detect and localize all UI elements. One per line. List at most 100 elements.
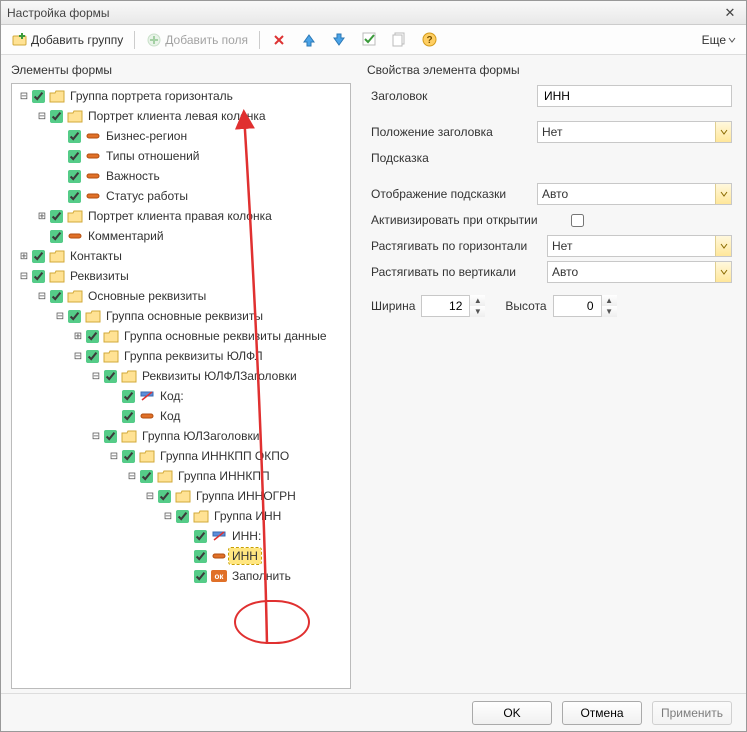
spin-up-icon[interactable]: ▲ bbox=[602, 295, 617, 306]
tree-row[interactable]: ⊟Реквизиты bbox=[18, 266, 132, 286]
tree-checkbox[interactable] bbox=[104, 430, 117, 443]
width-spinner[interactable]: Ширина ▲ ▼ bbox=[371, 295, 485, 317]
collapse-icon[interactable]: ⊟ bbox=[18, 90, 30, 102]
tree-checkbox[interactable] bbox=[122, 390, 135, 403]
tree-row[interactable]: ⊟Основные реквизиты bbox=[36, 286, 209, 306]
tree-row[interactable]: ⊟Группа ИННКПП bbox=[126, 466, 273, 486]
tree-row[interactable]: ⊟Группа портрета горизонталь bbox=[18, 86, 236, 106]
tree-row[interactable]: ⊟Группа реквизиты ЮЛФЛ bbox=[72, 346, 266, 366]
tree-row[interactable]: ⊟Группа основные реквизиты bbox=[54, 306, 266, 326]
tree-checkbox[interactable] bbox=[158, 490, 171, 503]
tree-row[interactable]: ⊟Реквизиты ЮЛФЛЗаголовки bbox=[90, 366, 300, 386]
title-input-field[interactable] bbox=[542, 88, 727, 104]
move-down-button[interactable] bbox=[326, 29, 352, 51]
hint-display-combo[interactable]: Авто bbox=[537, 183, 732, 205]
expand-icon[interactable]: ⊞ bbox=[36, 210, 48, 222]
tree-row[interactable]: ⊟Группа ИНН bbox=[162, 506, 284, 526]
tree-checkbox[interactable] bbox=[32, 90, 45, 103]
activate-checkbox[interactable] bbox=[571, 214, 584, 227]
check-sheet-icon bbox=[361, 32, 377, 48]
tree[interactable]: ⊟Группа портрета горизонталь⊟Портрет кли… bbox=[11, 83, 351, 689]
chevron-down-icon[interactable] bbox=[715, 236, 731, 256]
tree-checkbox[interactable] bbox=[68, 310, 81, 323]
tree-checkbox[interactable] bbox=[50, 230, 63, 243]
tree-row[interactable]: Комментарий bbox=[36, 226, 167, 246]
tree-row[interactable]: Код: bbox=[108, 386, 187, 406]
tree-row[interactable]: Бизнес-регион bbox=[54, 126, 190, 146]
tree-row[interactable]: ⊟Группа ИННКПП ОКПО bbox=[108, 446, 292, 466]
tree-row[interactable]: ИНН bbox=[180, 546, 261, 566]
spin-up-icon[interactable]: ▲ bbox=[470, 295, 485, 306]
collapse-icon[interactable]: ⊟ bbox=[108, 450, 120, 462]
spin-down-icon[interactable]: ▼ bbox=[470, 306, 485, 317]
ok-button[interactable]: OK bbox=[472, 701, 552, 725]
title-input[interactable] bbox=[537, 85, 732, 107]
tree-checkbox[interactable] bbox=[176, 510, 189, 523]
tree-checkbox[interactable] bbox=[122, 410, 135, 423]
expand-icon[interactable]: ⊞ bbox=[18, 250, 30, 262]
expand-icon[interactable]: ⊞ bbox=[72, 330, 84, 342]
tree-row[interactable]: Код bbox=[108, 406, 183, 426]
close-icon[interactable]: ✕ bbox=[720, 5, 740, 21]
height-spinner[interactable]: Высота ▲ ▼ bbox=[505, 295, 616, 317]
more-menu-button[interactable]: Еще bbox=[698, 33, 740, 47]
move-up-button[interactable] bbox=[296, 29, 322, 51]
title-pos-combo[interactable]: Нет bbox=[537, 121, 732, 143]
chevron-down-icon[interactable] bbox=[715, 262, 731, 282]
tree-row[interactable]: ⊞Группа основные реквизиты данные bbox=[72, 326, 330, 346]
tree-item-label: Группа ЮЛЗаголовки bbox=[139, 428, 262, 444]
tree-row[interactable]: ⊞Контакты bbox=[18, 246, 125, 266]
stretch-v-combo[interactable]: Авто bbox=[547, 261, 732, 283]
tree-row[interactable]: ⊟Портрет клиента левая колонка bbox=[36, 106, 269, 126]
chevron-down-icon[interactable] bbox=[715, 184, 731, 204]
tree-row[interactable]: ИНН: bbox=[180, 526, 264, 546]
collapse-icon[interactable]: ⊟ bbox=[126, 470, 138, 482]
tree-item-label: Типы отношений bbox=[103, 148, 203, 164]
tree-checkbox[interactable] bbox=[68, 170, 81, 183]
stretch-h-value: Нет bbox=[552, 239, 715, 253]
tree-row[interactable]: окЗаполнить bbox=[180, 566, 294, 586]
tree-checkbox[interactable] bbox=[32, 270, 45, 283]
cancel-button[interactable]: Отмена bbox=[562, 701, 642, 725]
tree-row[interactable]: ⊟ Группа ЮЛЗаголовки bbox=[90, 426, 262, 446]
tree-row[interactable]: Статус работы bbox=[54, 186, 191, 206]
collapse-icon[interactable]: ⊟ bbox=[54, 310, 66, 322]
collapse-icon[interactable]: ⊟ bbox=[18, 270, 30, 282]
collapse-icon[interactable]: ⊟ bbox=[36, 110, 48, 122]
collapse-icon[interactable]: ⊟ bbox=[36, 290, 48, 302]
add-group-button[interactable]: Добавить группу bbox=[7, 29, 128, 51]
collapse-icon[interactable]: ⊟ bbox=[90, 430, 102, 442]
tree-checkbox[interactable] bbox=[68, 190, 81, 203]
tree-checkbox[interactable] bbox=[68, 150, 81, 163]
tree-checkbox[interactable] bbox=[86, 350, 99, 363]
tree-row[interactable]: ⊞Портрет клиента правая колонка bbox=[36, 206, 275, 226]
collapse-icon[interactable]: ⊟ bbox=[144, 490, 156, 502]
tree-checkbox[interactable] bbox=[194, 530, 207, 543]
chevron-down-icon[interactable] bbox=[715, 122, 731, 142]
height-label: Высота bbox=[505, 299, 546, 313]
collapse-icon[interactable]: ⊟ bbox=[90, 370, 102, 382]
tree-row[interactable]: ⊟Группа ИННОГРН bbox=[144, 486, 299, 506]
collapse-icon[interactable]: ⊟ bbox=[72, 350, 84, 362]
tree-row[interactable]: Типы отношений bbox=[54, 146, 203, 166]
tree-checkbox[interactable] bbox=[50, 210, 63, 223]
tree-row[interactable]: Важность bbox=[54, 166, 163, 186]
tree-checkbox[interactable] bbox=[86, 330, 99, 343]
tree-checkbox[interactable] bbox=[50, 290, 63, 303]
tree-checkbox[interactable] bbox=[194, 550, 207, 563]
tree-checkbox[interactable] bbox=[194, 570, 207, 583]
stretch-h-combo[interactable]: Нет bbox=[547, 235, 732, 257]
tree-checkbox[interactable] bbox=[68, 130, 81, 143]
tree-checkbox[interactable] bbox=[50, 110, 63, 123]
help-button[interactable]: ? bbox=[416, 29, 442, 51]
tree-checkbox[interactable] bbox=[122, 450, 135, 463]
copy-button[interactable] bbox=[386, 29, 412, 51]
collapse-icon[interactable]: ⊟ bbox=[162, 510, 174, 522]
tree-checkbox[interactable] bbox=[140, 470, 153, 483]
delete-button[interactable] bbox=[266, 29, 292, 51]
tree-checkbox[interactable] bbox=[32, 250, 45, 263]
prop-label-hint: Подсказка bbox=[371, 151, 531, 165]
check-all-button[interactable] bbox=[356, 29, 382, 51]
tree-checkbox[interactable] bbox=[104, 370, 117, 383]
spin-down-icon[interactable]: ▼ bbox=[602, 306, 617, 317]
